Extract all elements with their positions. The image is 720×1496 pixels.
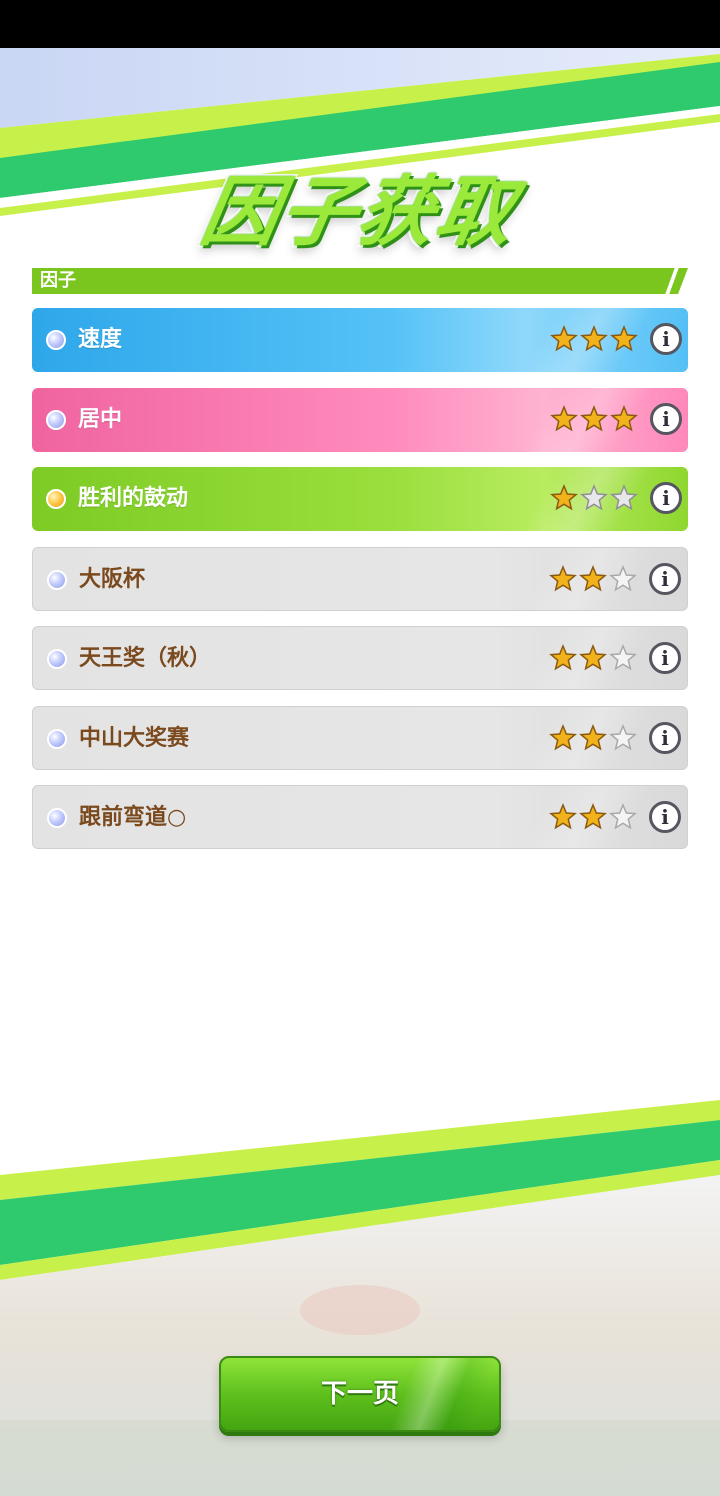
star-filled-icon <box>550 325 578 352</box>
star-empty-icon <box>609 644 637 671</box>
factor-row[interactable]: 胜利的鼓动 i <box>32 467 688 531</box>
page-title: 因子获取 <box>195 167 523 256</box>
star-filled-icon <box>610 404 638 431</box>
factor-dot-icon <box>47 569 67 590</box>
factor-dot-icon <box>46 489 66 509</box>
star-empty-icon <box>580 484 608 511</box>
next-page-button[interactable]: 下一页 <box>219 1356 501 1432</box>
factor-row[interactable]: 大阪杯 i <box>32 546 688 611</box>
factor-dot-icon <box>46 330 66 350</box>
status-bar <box>0 0 720 48</box>
star-rating <box>549 723 637 752</box>
star-rating <box>550 325 638 353</box>
star-filled-icon <box>579 644 607 671</box>
info-icon[interactable]: i <box>649 721 681 754</box>
factor-row[interactable]: 速度 i <box>32 308 688 372</box>
factor-dot-icon <box>47 728 67 749</box>
star-empty-icon <box>609 803 637 830</box>
next-page-button-label: 下一页 <box>320 1379 399 1409</box>
section-header: 因子 <box>32 268 688 294</box>
factor-label: 大阪杯 <box>79 566 146 592</box>
factor-label: 中山大奖赛 <box>79 725 190 751</box>
star-rating <box>549 644 637 672</box>
star-rating <box>550 484 638 512</box>
factor-label: 天王奖（秋） <box>79 646 212 671</box>
info-icon[interactable]: i <box>649 642 681 674</box>
star-filled-icon <box>550 484 578 511</box>
factor-label: 胜利的鼓动 <box>78 486 189 511</box>
star-filled-icon <box>549 644 577 671</box>
factor-dot-icon <box>47 649 67 669</box>
star-empty-icon <box>609 723 637 750</box>
star-filled-icon <box>579 803 607 830</box>
star-filled-icon <box>549 723 577 750</box>
info-icon[interactable]: i <box>649 562 681 595</box>
info-icon[interactable]: i <box>650 402 682 435</box>
star-filled-icon <box>580 325 608 352</box>
factor-row[interactable]: 中山大奖赛 i <box>32 705 688 770</box>
star-filled-icon <box>579 564 607 591</box>
star-filled-icon <box>610 325 638 352</box>
star-filled-icon <box>550 404 578 431</box>
star-rating <box>549 803 637 831</box>
factor-label: 跟前弯道○ <box>79 805 187 830</box>
star-filled-icon <box>579 723 607 750</box>
star-rating <box>550 404 638 433</box>
star-filled-icon <box>549 803 577 830</box>
star-empty-icon <box>610 484 638 511</box>
info-icon[interactable]: i <box>649 801 681 833</box>
factor-label: 居中 <box>78 406 123 432</box>
factor-row[interactable]: 天王奖（秋） i <box>32 626 688 690</box>
factor-row[interactable]: 居中 i <box>32 387 688 452</box>
factor-dot-icon <box>46 409 66 430</box>
star-filled-icon <box>580 404 608 431</box>
star-rating <box>549 564 637 593</box>
factor-row[interactable]: 跟前弯道○ i <box>32 785 688 849</box>
section-header-slash <box>665 268 678 294</box>
factor-dot-icon <box>47 808 67 828</box>
factor-label: 速度 <box>78 327 123 352</box>
section-header-label: 因子 <box>40 270 76 291</box>
star-empty-icon <box>609 564 637 591</box>
info-icon[interactable]: i <box>650 482 682 514</box>
star-filled-icon <box>549 564 577 591</box>
info-icon[interactable]: i <box>650 323 682 355</box>
bottom-decoration <box>0 1100 720 1496</box>
factor-list: 速度 i 居中 i 胜利的鼓动 i 大阪杯 i 天王奖（秋） i 中山大奖赛 i 跟前弯道○ i <box>32 308 688 865</box>
